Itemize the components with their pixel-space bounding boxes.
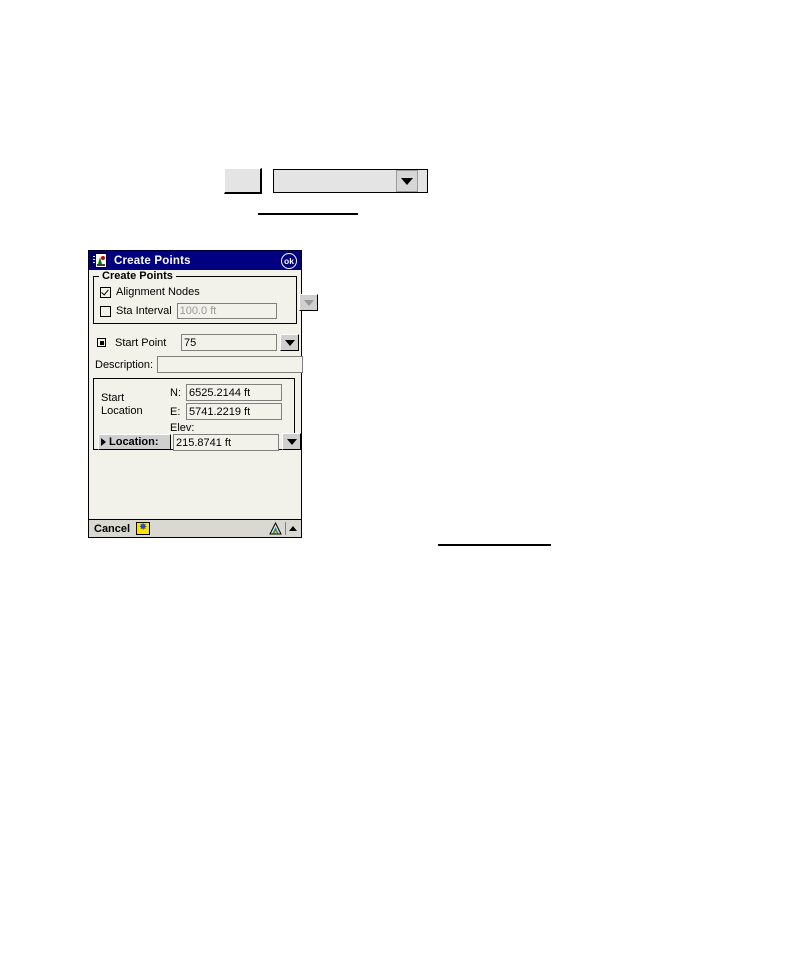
sta-interval-dropdown-button[interactable]	[299, 294, 318, 311]
elevation-label: Elev:	[170, 422, 195, 434]
elevation-input[interactable]: 215.8741 ft	[173, 434, 279, 451]
dialog-title-bar: Create Points ok	[89, 251, 301, 270]
start-point-row: Start Point 75	[97, 334, 299, 351]
blank-button[interactable]	[224, 168, 262, 194]
create-points-groupbox-legend: Create Points	[99, 270, 176, 282]
dialog-title: Create Points	[114, 254, 191, 267]
chevron-up-icon[interactable]	[289, 526, 297, 531]
status-bar-separator	[285, 522, 286, 535]
sta-interval-label: Sta Interval	[116, 305, 172, 317]
chevron-down-icon	[284, 339, 295, 346]
horizontal-rule-bottom	[438, 544, 551, 546]
create-points-app-icon	[91, 253, 107, 268]
dialog-client-area: Create Points Alignment Nodes Sta Interv…	[89, 270, 318, 519]
location-button-label: Location:	[109, 436, 159, 448]
description-label: Description:	[95, 358, 154, 371]
start-point-label: Start Point	[115, 336, 167, 349]
survey-prism-icon[interactable]	[269, 521, 282, 535]
northing-input[interactable]: 6525.2144 ft	[186, 384, 282, 401]
chevron-down-icon	[286, 438, 297, 445]
cancel-button[interactable]: Cancel	[94, 523, 130, 535]
create-points-dialog: Create Points ok Create Points Alignment…	[88, 250, 318, 538]
triangle-right-icon	[101, 438, 106, 446]
create-points-groupbox: Create Points Alignment Nodes Sta Interv…	[93, 270, 297, 324]
easting-label: E:	[170, 406, 181, 418]
start-location-label: Start Location	[101, 392, 143, 417]
sta-interval-checkbox[interactable]	[100, 305, 111, 317]
ok-button[interactable]: ok	[281, 252, 297, 269]
start-point-radio[interactable]	[97, 338, 106, 347]
sta-interval-input[interactable]: 100.0 ft	[176, 303, 277, 319]
blank-dropdown-button[interactable]	[396, 170, 418, 192]
status-bar-right-group	[269, 521, 299, 535]
alignment-nodes-row[interactable]: Alignment Nodes	[100, 286, 200, 298]
chevron-down-icon	[401, 177, 413, 185]
start-point-dropdown-button[interactable]	[280, 334, 299, 351]
elevation-dropdown-button[interactable]	[282, 433, 301, 450]
horizontal-rule-top	[258, 213, 358, 215]
sta-interval-row[interactable]: Sta Interval 100.0 ft	[100, 303, 277, 319]
northing-label: N:	[170, 387, 181, 399]
start-location-groupbox: Start Location N: 6525.2144 ft E: 5741.2…	[93, 378, 301, 451]
start-point-input[interactable]: 75	[181, 334, 277, 351]
dialog-status-bar: Cancel	[89, 519, 301, 537]
alignment-nodes-checkbox[interactable]	[100, 286, 111, 298]
description-input[interactable]	[157, 356, 304, 373]
chevron-down-icon	[303, 299, 314, 306]
easting-input[interactable]: 5741.2219 ft	[186, 403, 282, 420]
description-row: Description:	[95, 356, 304, 373]
sun-brightness-icon[interactable]	[136, 521, 151, 535]
location-button[interactable]: Location:	[98, 434, 171, 450]
alignment-nodes-label: Alignment Nodes	[116, 286, 200, 298]
